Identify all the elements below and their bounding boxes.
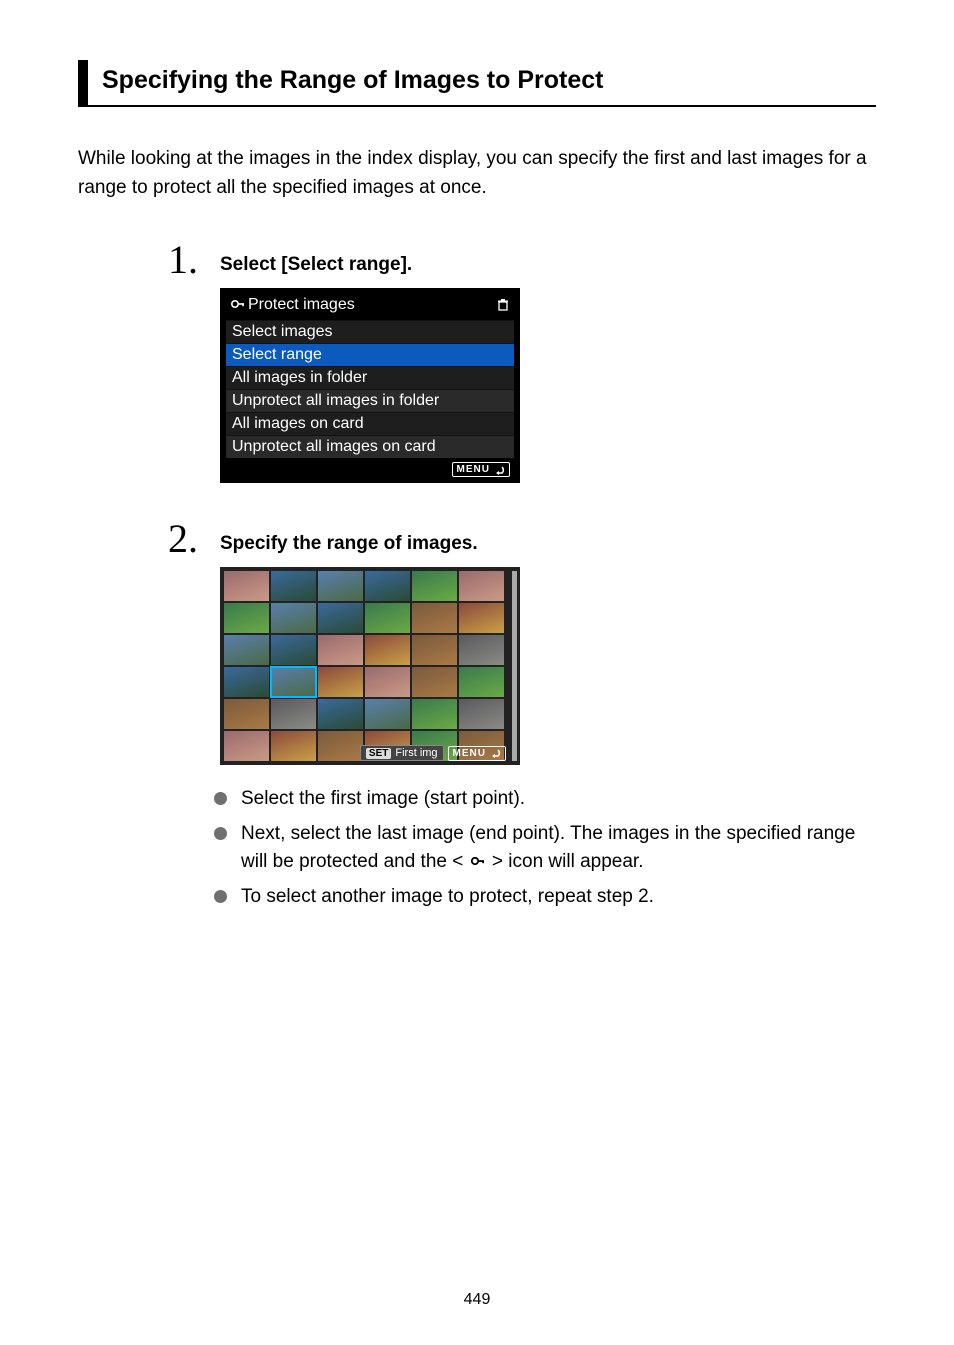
thumb[interactable] bbox=[318, 731, 363, 761]
menu-label: MENU bbox=[453, 748, 486, 759]
thumb[interactable] bbox=[459, 699, 504, 729]
intro-paragraph: While looking at the images in the index… bbox=[78, 145, 876, 202]
menu-return-badge[interactable]: MENU bbox=[452, 462, 510, 477]
protect-images-menu: Protect images Select images Select rang… bbox=[220, 288, 520, 483]
menu-return-badge[interactable]: MENU bbox=[448, 746, 506, 761]
menu-label: MENU bbox=[457, 464, 490, 475]
bullet-1: Select the first image (start point). bbox=[214, 785, 876, 814]
step-1: 1 Select [Select range]. Protect images bbox=[168, 244, 876, 483]
step-2: 2 Specify the range of images. 0 bbox=[168, 523, 876, 917]
thumb[interactable] bbox=[412, 699, 457, 729]
bullet-3: To select another image to protect, repe… bbox=[214, 883, 876, 912]
menu-header-text: Protect images bbox=[248, 296, 355, 314]
bullet-2-text: Next, select the last image (end point).… bbox=[241, 820, 876, 877]
scrollbar[interactable] bbox=[512, 571, 517, 761]
thumb[interactable] bbox=[271, 731, 316, 761]
thumb[interactable] bbox=[412, 667, 457, 697]
thumb[interactable] bbox=[318, 571, 363, 601]
thumb-selected[interactable] bbox=[271, 667, 316, 697]
return-icon bbox=[489, 748, 501, 758]
first-image-badge[interactable]: SET First img bbox=[360, 745, 444, 761]
thumb[interactable] bbox=[459, 635, 504, 665]
step-2-title: Specify the range of images. bbox=[220, 533, 876, 555]
key-icon bbox=[469, 854, 487, 868]
thumb[interactable] bbox=[365, 667, 410, 697]
first-img-label: First img bbox=[395, 747, 437, 759]
thumb[interactable] bbox=[459, 603, 504, 633]
step-2-body: Specify the range of images. 0 bbox=[220, 523, 876, 917]
menu-item-all-in-folder[interactable]: All images in folder bbox=[226, 366, 514, 389]
bullet-icon bbox=[214, 792, 227, 805]
thumb[interactable] bbox=[271, 635, 316, 665]
bullet-2-post: > icon will appear. bbox=[487, 851, 644, 872]
menu-item-select-range[interactable]: Select range bbox=[226, 343, 514, 366]
menu-header-row: Protect images bbox=[226, 294, 514, 320]
trash-icon bbox=[496, 298, 510, 312]
menu-item-select-images[interactable]: Select images bbox=[226, 320, 514, 343]
thumb[interactable] bbox=[271, 699, 316, 729]
thumb[interactable] bbox=[459, 571, 504, 601]
bullet-1-text: Select the first image (start point). bbox=[241, 785, 525, 814]
thumb[interactable] bbox=[459, 667, 504, 697]
menu-item-all-on-card[interactable]: All images on card bbox=[226, 412, 514, 435]
return-icon bbox=[493, 465, 505, 475]
thumb[interactable] bbox=[412, 635, 457, 665]
thumb[interactable] bbox=[224, 667, 269, 697]
step-number-1: 1 bbox=[168, 240, 220, 280]
thumb[interactable] bbox=[412, 571, 457, 601]
bullet-2: Next, select the last image (end point).… bbox=[214, 820, 876, 877]
thumb[interactable] bbox=[318, 667, 363, 697]
thumb[interactable] bbox=[365, 699, 410, 729]
section-heading: Specifying the Range of Images to Protec… bbox=[78, 60, 876, 107]
bullet-icon bbox=[214, 827, 227, 840]
menu-item-unprotect-card[interactable]: Unprotect all images on card bbox=[226, 435, 514, 458]
thumb[interactable] bbox=[318, 699, 363, 729]
thumb[interactable] bbox=[224, 731, 269, 761]
thumb[interactable] bbox=[318, 635, 363, 665]
image-index-grid: 0 SET First img MENU bbox=[220, 567, 520, 765]
key-icon bbox=[230, 297, 246, 311]
grid-bottom-bar: SET First img MENU bbox=[360, 745, 506, 761]
thumb[interactable] bbox=[224, 635, 269, 665]
step-1-body: Select [Select range]. Protect images bbox=[220, 244, 876, 483]
page-number: 449 bbox=[0, 1291, 954, 1309]
thumb[interactable] bbox=[224, 571, 269, 601]
step-number-2: 2 bbox=[168, 519, 220, 559]
thumb[interactable] bbox=[412, 603, 457, 633]
thumb[interactable] bbox=[365, 603, 410, 633]
step-2-bullets: Select the first image (start point). Ne… bbox=[220, 785, 876, 911]
thumb[interactable] bbox=[365, 635, 410, 665]
thumbnail-rows bbox=[224, 571, 510, 761]
menu-item-unprotect-folder[interactable]: Unprotect all images in folder bbox=[226, 389, 514, 412]
thumb[interactable] bbox=[224, 603, 269, 633]
thumb[interactable] bbox=[224, 699, 269, 729]
page: Specifying the Range of Images to Protec… bbox=[0, 0, 954, 1345]
bullet-3-text: To select another image to protect, repe… bbox=[241, 883, 654, 912]
set-label: SET bbox=[366, 748, 391, 759]
thumb[interactable] bbox=[271, 571, 316, 601]
thumb[interactable] bbox=[271, 603, 316, 633]
step-1-title: Select [Select range]. bbox=[220, 254, 876, 276]
thumb[interactable] bbox=[318, 603, 363, 633]
thumb[interactable] bbox=[365, 571, 410, 601]
bullet-icon bbox=[214, 890, 227, 903]
menu-footer: MENU bbox=[226, 458, 514, 479]
